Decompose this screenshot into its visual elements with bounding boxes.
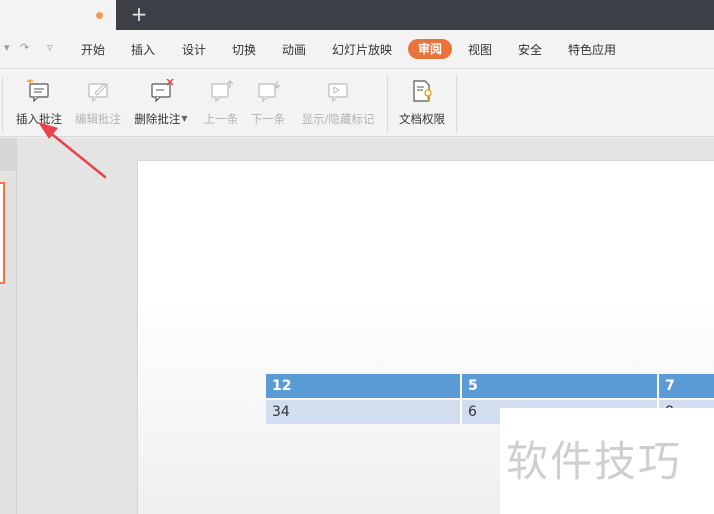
watermark-text: 软件技巧 <box>506 437 683 486</box>
menu-tab-insert[interactable]: 插入 <box>131 41 155 58</box>
insert-comment-button[interactable]: 插入批注 <box>14 75 64 133</box>
delete-comment-icon <box>151 79 174 103</box>
next-comment-label: 下一条 <box>250 112 286 126</box>
show-hide-marks-button[interactable]: 显示/隐藏标记 <box>298 75 378 133</box>
slide-thumbnail-panel[interactable] <box>0 138 17 514</box>
ribbon-left-divider <box>0 77 3 133</box>
dropdown-caret-icon[interactable]: ▼ <box>181 114 187 123</box>
table-cell[interactable]: 34 <box>266 400 462 424</box>
customize-toolbar-icon[interactable]: ▿ <box>47 41 53 54</box>
edit-comment-icon <box>88 83 108 103</box>
menu-bar: ▾ ↷ ▿ 开始 插入 设计 切换 动画 幻灯片放映 审阅 视图 安全 特色应用 <box>0 30 714 68</box>
new-tab-button[interactable]: + <box>128 3 150 25</box>
delete-comment-label-wrap: 删除批注▼ <box>132 111 190 127</box>
next-comment-icon <box>258 81 281 103</box>
document-permission-button[interactable]: 文档权限 <box>396 75 448 133</box>
document-permission-label: 文档权限 <box>399 112 445 126</box>
delete-comment-button[interactable]: 删除批注▼ <box>132 75 190 133</box>
edit-comment-button[interactable]: 编辑批注 <box>73 75 123 133</box>
show-hide-marks-icon <box>328 83 348 103</box>
delete-comment-label: 删除批注 <box>134 112 181 126</box>
table-header-cell[interactable]: 7 <box>659 374 714 398</box>
previous-comment-icon <box>211 80 234 103</box>
document-tab[interactable] <box>0 0 116 30</box>
menu-tab-design[interactable]: 设计 <box>182 41 206 58</box>
ribbon-separator <box>387 75 388 133</box>
menu-tab-view[interactable]: 视图 <box>468 41 492 58</box>
presentation-window: + ▾ ↷ ▿ 开始 插入 设计 切换 动画 幻灯片放映 审阅 视图 安全 特色… <box>0 0 714 514</box>
ribbon-separator-end <box>456 75 457 133</box>
insert-comment-label: 插入批注 <box>16 112 62 126</box>
menu-tab-slideshow[interactable]: 幻灯片放映 <box>332 41 392 58</box>
table-header-cell[interactable]: 12 <box>266 374 462 398</box>
edit-comment-label: 编辑批注 <box>75 112 121 126</box>
redo-icon[interactable]: ↷ <box>20 41 29 54</box>
table-header-row: 12 5 7 <box>266 374 714 398</box>
quick-access-dropdown-icon[interactable]: ▾ <box>4 41 10 54</box>
menu-tab-security[interactable]: 安全 <box>518 41 542 58</box>
unsaved-dot-icon <box>96 12 103 19</box>
menu-tab-animations[interactable]: 动画 <box>282 41 306 58</box>
insert-comment-icon <box>27 79 49 103</box>
menu-tab-special-apps[interactable]: 特色应用 <box>568 41 616 58</box>
previous-comment-label: 上一条 <box>203 112 239 126</box>
next-comment-button[interactable]: 下一条 <box>248 75 288 133</box>
document-permission-icon <box>413 80 432 102</box>
selected-slide-thumbnail[interactable] <box>0 182 5 284</box>
document-tab-bar: + <box>0 0 714 30</box>
menu-tab-transitions[interactable]: 切换 <box>232 41 256 58</box>
review-ribbon: 插入批注 编辑批注 删除批注▼ 上一条 下一条 显示/隐藏标记 文档权限 <box>0 68 714 137</box>
table-header-cell[interactable]: 5 <box>462 374 659 398</box>
menu-tab-review[interactable]: 审阅 <box>408 39 453 59</box>
previous-comment-button[interactable]: 上一条 <box>201 75 241 133</box>
show-hide-marks-label: 显示/隐藏标记 <box>301 112 375 126</box>
menu-tab-home[interactable]: 开始 <box>81 41 105 58</box>
thumbnail-panel-header <box>0 138 17 171</box>
